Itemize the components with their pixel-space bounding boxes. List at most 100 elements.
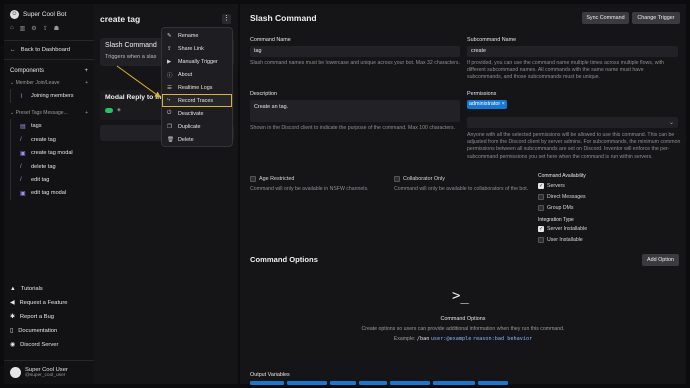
menu-item-delete[interactable]: 🗑 Delete [162, 133, 232, 146]
bug-icon: ✱ [10, 314, 15, 320]
enabled-toggle[interactable] [105, 107, 113, 113]
sidebar-item-label: create tag [31, 136, 56, 143]
integration-server-checkbox[interactable]: ✓ [538, 226, 544, 232]
home-icon[interactable]: ⌂ [10, 25, 14, 32]
output-variable-chip[interactable] [433, 381, 475, 385]
output-variable-chip[interactable] [359, 381, 387, 385]
plus-icon[interactable]: + [85, 80, 88, 86]
user-profile[interactable]: Super Cool User @super_cool_user [4, 360, 94, 384]
documentation-link[interactable]: ▯ Documentation [4, 324, 94, 338]
link-label: Tutorials [20, 286, 43, 292]
modal-icon: ▣ [20, 150, 26, 157]
output-variable-chip[interactable] [478, 381, 508, 385]
sidebar-item-tags[interactable]: ▤ tags [10, 119, 94, 133]
sidebar-item-label: edit tag modal [31, 190, 67, 196]
menu-item-rename[interactable]: ✎ Rename [162, 30, 232, 43]
add-option-button[interactable]: Add Option [642, 254, 679, 266]
output-variable-chip[interactable] [250, 381, 284, 385]
permissions-select[interactable]: ⌄ [467, 117, 678, 128]
chevron-down-icon: ⌄ [668, 120, 674, 126]
collaborator-only-hint: Command will only be available to collab… [394, 186, 529, 192]
back-to-dashboard-link[interactable]: ← Back to Dashboard [4, 43, 94, 57]
collaborator-only-checkbox[interactable] [394, 176, 400, 182]
menu-item-label: Rename [178, 33, 199, 40]
app-header[interactable]: ☺ Super Cool Bot [4, 4, 94, 25]
slash-icon: / [20, 163, 22, 170]
integration-user-checkbox[interactable] [538, 237, 544, 243]
availability-group-dms-checkbox[interactable] [538, 205, 544, 211]
book-icon: ▯ [10, 328, 14, 334]
wave-icon: ⌇ [20, 93, 23, 100]
menu-item-label: Deactivate [178, 110, 204, 117]
arrow-left-icon: ← [10, 47, 16, 53]
sync-command-button[interactable]: Sync Command [582, 12, 629, 24]
gear-icon[interactable]: ⚙ [31, 25, 36, 32]
menu-item-duplicate[interactable]: ❐ Duplicate [162, 120, 232, 133]
sidebar-item-label: tags [31, 123, 42, 129]
discord-server-link[interactable]: ◉ Discord Server [4, 338, 94, 352]
output-variable-chip[interactable] [390, 381, 430, 385]
logs-icon: ☰ [167, 85, 172, 91]
kebab-menu-icon[interactable]: ⋮ [222, 14, 231, 24]
group-header[interactable]: ⌄ Preset Tags Message... + [4, 107, 94, 119]
group-header[interactable]: ⌄ Member Join/Leave + [4, 77, 94, 89]
menu-item-deactivate[interactable]: ⏻ Deactivate [162, 107, 232, 120]
tutorials-link[interactable]: ▲ Tutorials [4, 282, 94, 296]
sidebar-item-edit-tag-modal[interactable]: ▣ edit tag modal [10, 186, 94, 200]
change-trigger-button[interactable]: Change Trigger [632, 12, 680, 24]
main-panel: Slash Command Sync Command Change Trigge… [240, 4, 686, 385]
age-restricted-checkbox[interactable] [250, 176, 256, 182]
output-variable-chip[interactable] [287, 381, 327, 385]
output-variable-chip[interactable] [330, 381, 356, 385]
report-bug-link[interactable]: ✱ Report a Bug [4, 310, 94, 324]
request-feature-link[interactable]: ◀ Request a Feature [4, 296, 94, 310]
user-handle: @super_cool_user [25, 373, 66, 378]
integration-server-label: Server Installable [547, 226, 588, 232]
menu-item-realtime-logs[interactable]: ☰ Realtime Logs [162, 82, 232, 95]
context-menu: ✎ Rename ⇪ Share Link ▶ Manually Trigger ⓘ A… [161, 27, 233, 147]
components-header: Components + [4, 62, 94, 77]
menu-item-record-traces[interactable]: ⤷ Record Traces [162, 94, 232, 108]
share-icon[interactable]: ⇪ [43, 25, 48, 32]
sidebar-item-delete-tag[interactable]: / delete tag [10, 160, 94, 173]
command-name-input[interactable]: tag [250, 46, 460, 57]
availability-servers-checkbox[interactable]: ✓ [538, 183, 544, 189]
graduation-icon: ▲ [10, 286, 16, 292]
chart-icon[interactable]: ▥ [20, 25, 26, 32]
divider [4, 40, 94, 41]
options-empty-title: Command Options [440, 316, 486, 322]
options-empty-hint: Create options so users can provide addi… [361, 326, 565, 332]
sidebar-item-create-tag[interactable]: / create tag [10, 133, 94, 146]
slash-icon: / [20, 136, 22, 143]
traces-icon: ⤷ [167, 97, 171, 104]
availability-dms-checkbox[interactable] [538, 194, 544, 200]
permissions-label: Permissions [467, 91, 497, 97]
example-user-option: user:@example [430, 336, 472, 342]
plus-icon[interactable]: + [84, 68, 88, 74]
menu-item-manually-trigger[interactable]: ▶ Manually Trigger [162, 56, 232, 69]
sidebar-item-edit-tag[interactable]: / edit tag [10, 173, 94, 186]
plus-icon[interactable]: + [85, 110, 88, 116]
output-variables-label: Output Variables [250, 372, 290, 378]
sidebar-item-label: delete tag [31, 163, 56, 170]
subcommand-name-input[interactable]: create [467, 46, 678, 57]
sidebar-item-label: Joining members [31, 93, 74, 99]
integration-user-label: User Installable [547, 237, 583, 243]
components-label: Components [10, 68, 45, 74]
sidebar-item-create-tag-modal[interactable]: ▣ create tag modal [10, 146, 94, 160]
menu-item-label: Duplicate [178, 123, 201, 130]
menu-item-share-link[interactable]: ⇪ Share Link [162, 43, 232, 56]
integration-type-label: Integration Type [538, 217, 574, 223]
sidebar-item-joining-members[interactable]: ⌇ Joining members [10, 89, 94, 103]
slash-icon: / [20, 176, 22, 183]
megaphone-icon: ◀ [10, 300, 15, 306]
group-label: Preset Tags Message... [15, 110, 68, 116]
users-icon[interactable]: ☗ [54, 25, 59, 32]
example-prefix: Example: [393, 336, 417, 342]
menu-item-about[interactable]: ⓘ About [162, 69, 232, 82]
tag-icon: ◈ [117, 107, 121, 113]
sidebar-item-label: create tag modal [31, 150, 73, 156]
pencil-icon: ✎ [167, 33, 172, 40]
description-input[interactable]: Create an tag. [250, 100, 460, 122]
permission-tag-administrator[interactable]: administrator × [467, 100, 507, 109]
